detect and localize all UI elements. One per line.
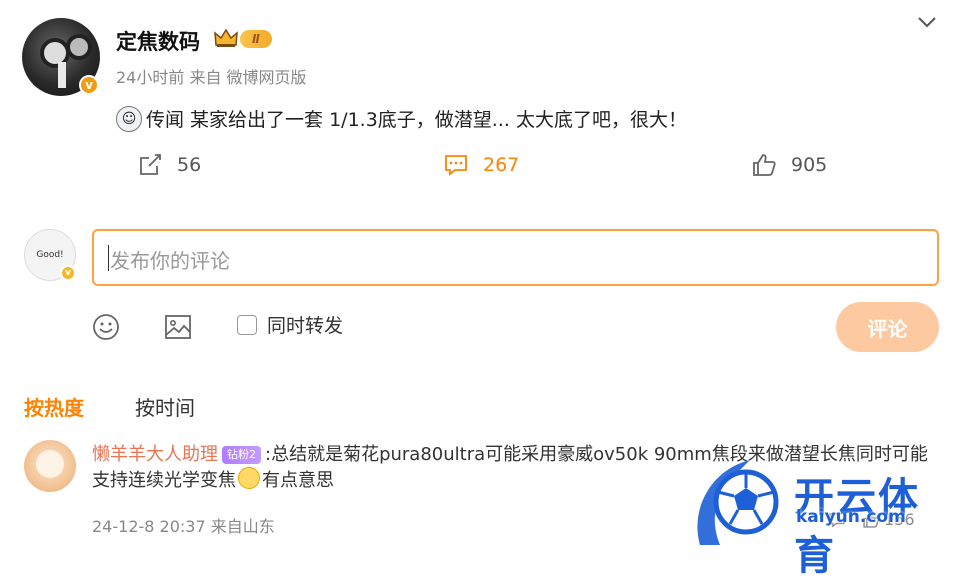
- tab-sort-time[interactable]: 按时间: [135, 392, 195, 421]
- author-name[interactable]: 定焦数码: [116, 26, 200, 56]
- emoji-icon[interactable]: [92, 313, 120, 341]
- verified-icon: v: [79, 75, 99, 95]
- like-button[interactable]: 905: [751, 152, 827, 178]
- share-icon: [140, 154, 161, 175]
- comment-icon: [445, 155, 467, 176]
- tab-sort-hot[interactable]: 按热度: [24, 392, 84, 421]
- share-button[interactable]: 56: [137, 152, 201, 178]
- post-text-row: ☺ 传闻 某家给出了一套 1/1.3底子，做潜望... 太大底了吧，很大！: [116, 105, 687, 132]
- comment-text-tail: 有点意思: [262, 470, 334, 491]
- chevron-down-icon[interactable]: [916, 12, 938, 32]
- level-badge: Ⅱ: [240, 30, 272, 48]
- post-meta: 24小时前 来自 微博网页版: [116, 68, 307, 87]
- like-icon: [753, 154, 776, 176]
- comment-input[interactable]: 发布你的评论: [92, 229, 939, 286]
- commenter-name[interactable]: 懒羊羊大人助理: [92, 444, 218, 465]
- fan-badge: 钻粉2: [222, 446, 261, 464]
- commenter-avatar[interactable]: [24, 440, 76, 492]
- watermark-url: kaiyun.com: [796, 507, 906, 527]
- like-count: 905: [791, 154, 828, 176]
- share-count: 56: [177, 154, 202, 176]
- post-text: 传闻 某家给出了一套 1/1.3底子，做潜望... 太大底了吧，很大！: [146, 109, 687, 131]
- repost-label[interactable]: 同时转发: [267, 311, 343, 338]
- repost-checkbox[interactable]: [237, 315, 257, 335]
- verified-icon: v: [60, 265, 76, 281]
- crown-icon: [214, 28, 238, 47]
- submit-comment-button[interactable]: 评论: [836, 302, 939, 352]
- ghost-emoji-icon: ☺: [116, 105, 142, 132]
- comment-count: 267: [483, 154, 520, 176]
- comment-button[interactable]: 267: [443, 152, 519, 178]
- image-icon[interactable]: [164, 313, 192, 341]
- emoji-icon: [238, 467, 260, 489]
- comment-meta: 24-12-8 20:37 来自山东: [92, 517, 275, 536]
